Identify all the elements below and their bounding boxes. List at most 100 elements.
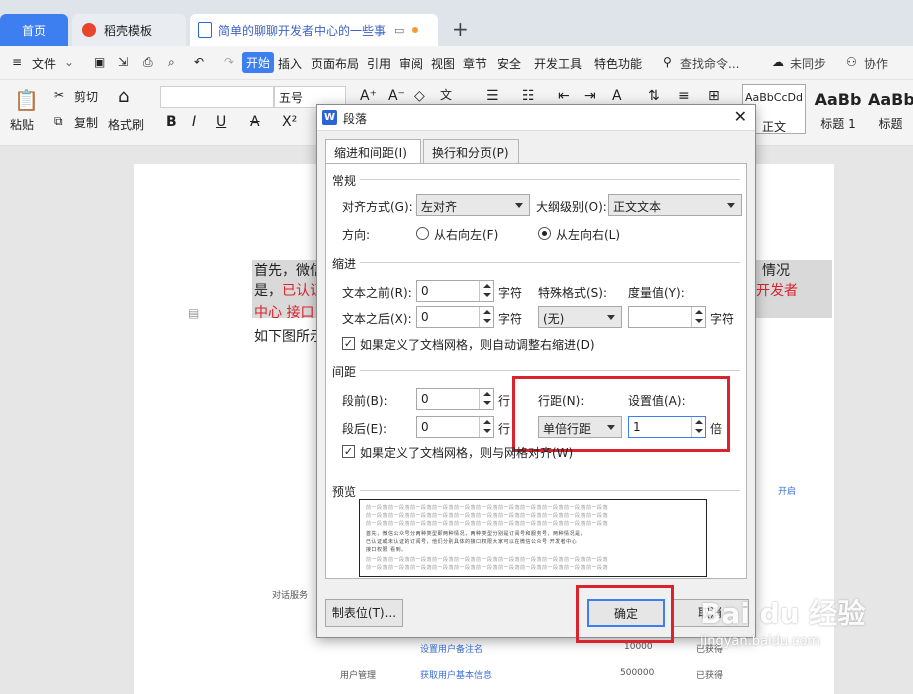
menu-special[interactable]: 特色功能 [594,55,642,72]
line-spacing-icon[interactable]: ≡ [678,88,690,104]
superscript-icon[interactable]: X² [282,114,297,130]
after-spacing-input[interactable]: 0 [416,416,494,438]
table-num-1: 10000 [624,642,653,652]
watermark-url: jingyan.baidu.com [700,634,820,649]
grid-align-checkbox[interactable]: ✓ [342,445,355,458]
unit-line-2[interactable]: 行 [498,420,510,437]
paste-button[interactable]: 粘贴 [10,116,34,133]
spin-arrows-icon[interactable] [479,389,493,409]
numbered-list-icon[interactable]: ☷ [522,88,535,104]
menu-layout[interactable]: 页面布局 [311,55,359,72]
outline-label: 大纲级别(O): [536,200,607,214]
clear-format-icon[interactable]: ◇ [414,88,425,104]
before-label: 段前(B): [342,394,388,408]
shrink-font-icon[interactable]: A⁻ [388,88,405,104]
tab-stops-button[interactable]: 制表位(T)... [325,599,403,627]
auto-indent-checkbox[interactable]: ✓ [342,337,355,350]
menu-view[interactable]: 视图 [431,55,455,72]
italic-icon[interactable]: I [192,114,196,130]
after-spacing-value: 0 [421,420,429,434]
spin-arrows-icon[interactable] [479,417,493,437]
pinyin-icon[interactable]: 文 [440,86,452,103]
table-icon[interactable]: ⊞ [708,88,720,104]
style-heading1[interactable]: AaBb 标题 1 [810,84,866,134]
style-heading2[interactable]: AaBb 标题 [868,84,913,134]
font-name-select[interactable] [160,86,274,108]
scissors-icon[interactable]: ✂ [54,88,64,102]
after-text-input[interactable]: 0 [416,306,494,328]
search-command[interactable]: 查找命令... [680,55,739,72]
align-select[interactable]: 左对齐 [416,194,530,216]
grid-align-label: 如果定义了文档网格，则与网格对齐(W) [360,446,574,460]
paste-icon[interactable]: 📋 [14,88,39,112]
copy-icon[interactable]: ⧉ [54,114,63,129]
save-icon[interactable]: ▣ [94,55,105,69]
print-icon[interactable]: ⎙ [143,55,153,70]
unit-char-3[interactable]: 字符 [710,310,734,327]
menu-file[interactable]: 文件 [32,55,56,72]
sync-status[interactable]: 未同步 [790,55,826,72]
hamburger-icon[interactable]: ≡ [12,55,22,69]
collab-button[interactable]: 协作 [864,55,888,72]
table-row-label-1: 对话服务 [272,591,309,601]
format-painter-icon[interactable]: ⌂ [118,86,129,107]
strikethrough-icon[interactable]: A [250,114,260,130]
menu-reference[interactable]: 引用 [367,55,391,72]
sort-icon[interactable]: ⇅ [648,88,660,104]
unit-char-2[interactable]: 字符 [498,310,522,327]
unit-line-1[interactable]: 行 [498,392,510,409]
table-link-2[interactable]: 获取用户基本信息 [420,668,492,681]
special-select[interactable]: (无) [538,306,622,328]
section-indent: 缩进 [332,255,361,272]
spin-arrows-icon[interactable] [479,307,493,327]
dialog-titlebar[interactable]: W 段落 ✕ [317,105,755,131]
radio-ltr[interactable] [538,227,551,240]
underline-icon[interactable]: U [216,114,226,130]
print-preview-icon[interactable]: ⌕ [168,55,175,70]
auto-indent-label: 如果定义了文档网格，则自动调整右缩进(D) [360,338,595,352]
radio-ltr-label: 从左向右(L) [556,228,621,242]
menu-chapter[interactable]: 章节 [463,55,487,72]
preview-line: 前一段落前一段落前一段落前一段落前一段落前一段落前一段落前一段落前一段落前一段落… [366,565,609,571]
copy-button[interactable]: 复制 [74,114,98,131]
search-icon[interactable]: ⚲ [663,55,672,69]
undo-icon[interactable]: ↶ [194,55,204,69]
bullet-list-icon[interactable]: ☰ [486,88,499,104]
tab-home[interactable]: 首页 [0,14,68,46]
table-link-1[interactable]: 设置用户备注名 [420,642,483,655]
tab-document[interactable]: 简单的聊聊开发者中心的一些事 ▭ [190,14,438,46]
before-text-input[interactable]: 0 [416,280,494,302]
grow-font-icon[interactable]: A⁺ [360,88,377,104]
bold-icon[interactable]: B [166,114,177,130]
tab-line-page-break[interactable]: 换行和分页(P) [423,139,519,163]
increase-indent-icon[interactable]: ⇥ [584,88,596,104]
redo-icon[interactable]: ↷ [224,55,234,69]
text-direction-icon[interactable]: A [612,88,622,104]
format-painter-button[interactable]: 格式刷 [108,116,144,133]
radio-rtl[interactable] [416,227,429,240]
outline-select[interactable]: 正文文本 [608,194,742,216]
paragraph-icon[interactable]: ▤ [188,306,199,320]
chevron-down-icon[interactable]: ⌄ [64,55,74,69]
tab-templates[interactable]: 稻壳模板 [72,14,186,46]
monitor-icon[interactable]: ▭ [394,24,404,37]
before-spacing-input[interactable]: 0 [416,388,494,410]
menu-insert[interactable]: 插入 [278,55,302,72]
spin-arrows-icon[interactable] [479,281,493,301]
spin-arrows-icon[interactable] [691,307,705,327]
tab-indent-spacing[interactable]: 缩进和间距(I) [325,139,421,164]
menu-review[interactable]: 审阅 [399,55,423,72]
menu-start[interactable]: 开始 [242,52,275,73]
after-label: 段后(E): [342,422,387,436]
decrease-indent-icon[interactable]: ⇤ [558,88,570,104]
menu-devtools[interactable]: 开发工具 [534,55,582,72]
close-icon[interactable]: ✕ [734,107,747,126]
menu-security[interactable]: 安全 [497,55,521,72]
export-icon[interactable]: ⇲ [118,55,128,69]
unit-char-1[interactable]: 字符 [498,284,522,301]
table-action-link[interactable]: 开启 [778,484,796,497]
new-tab-icon[interactable]: + [452,17,469,41]
measure-input[interactable] [628,306,706,328]
cut-button[interactable]: 剪切 [74,88,98,105]
divider [332,179,740,180]
